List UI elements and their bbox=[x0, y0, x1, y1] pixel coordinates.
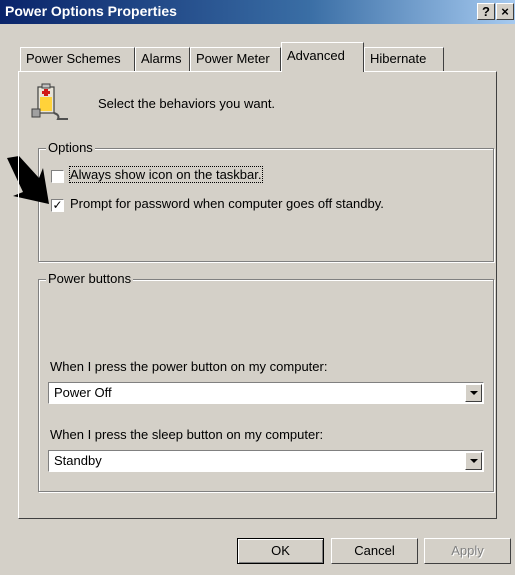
tab-panel bbox=[18, 71, 497, 519]
help-button[interactable]: ? bbox=[477, 3, 495, 20]
ok-button[interactable]: OK bbox=[237, 538, 324, 564]
cancel-button[interactable]: Cancel bbox=[331, 538, 418, 564]
apply-button[interactable]: Apply bbox=[424, 538, 511, 564]
tab-power-schemes[interactable]: Power Schemes bbox=[20, 47, 135, 71]
power-options-dialog: Power Options Properties ? × Power Schem… bbox=[0, 0, 515, 575]
tab-alarms[interactable]: Alarms bbox=[135, 47, 190, 71]
tab-power-meter[interactable]: Power Meter bbox=[190, 47, 281, 71]
title-bar[interactable]: Power Options Properties ? × bbox=[0, 0, 515, 24]
tab-advanced[interactable]: Advanced bbox=[281, 42, 364, 72]
tab-hibernate[interactable]: Hibernate bbox=[364, 47, 444, 71]
window-title: Power Options Properties bbox=[5, 3, 177, 19]
close-button[interactable]: × bbox=[496, 3, 514, 20]
